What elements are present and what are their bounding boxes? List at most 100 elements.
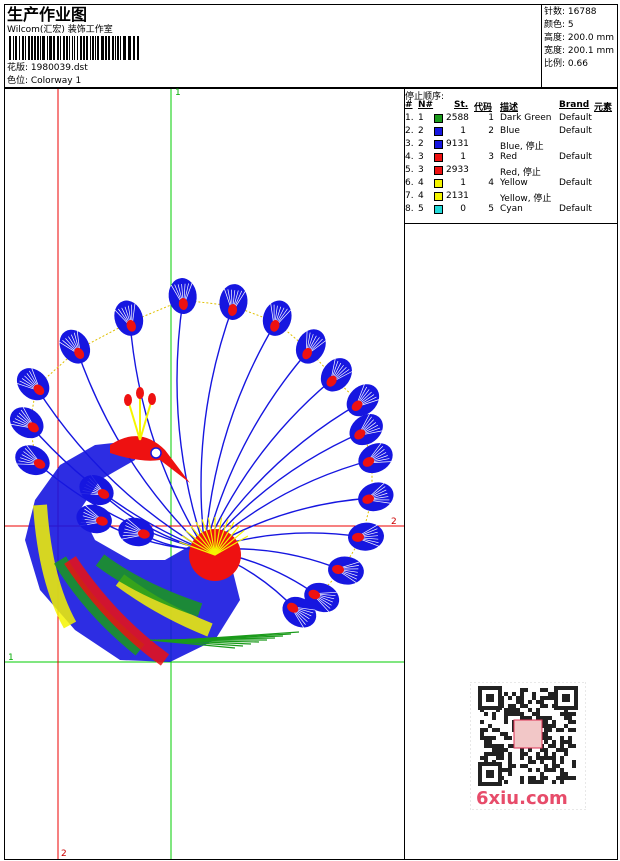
row-index: 2. xyxy=(405,126,414,136)
qr-module xyxy=(496,748,500,752)
qr-module xyxy=(544,768,548,772)
barcode-bar xyxy=(92,36,94,60)
qr-module xyxy=(488,744,492,748)
qr-module xyxy=(528,760,532,764)
qr-module xyxy=(520,752,524,756)
qr-module xyxy=(496,744,500,748)
stat-stitches: 针数: 16788 xyxy=(544,7,597,17)
row-needle: 5 xyxy=(418,204,424,214)
barcode-bar xyxy=(9,36,11,60)
row-index: 6. xyxy=(405,178,414,188)
qr-module xyxy=(544,732,548,736)
qr-module xyxy=(520,700,524,704)
qr-module xyxy=(512,692,516,696)
barcode xyxy=(9,36,139,60)
qr-module xyxy=(540,772,544,776)
qr-module xyxy=(540,776,544,780)
qr-module xyxy=(544,728,548,732)
qr-module xyxy=(484,756,488,760)
row-brand: Default xyxy=(559,126,592,136)
barcode-bar xyxy=(31,36,33,60)
row-needle: 3 xyxy=(418,165,424,175)
qr-module xyxy=(544,688,548,692)
qr-module xyxy=(488,736,492,740)
crest-tip xyxy=(136,387,144,399)
qr-module xyxy=(556,764,560,768)
barcode-bar xyxy=(28,36,30,60)
qr-module xyxy=(504,720,508,724)
barcode-bar xyxy=(49,36,52,60)
qr-module xyxy=(540,760,544,764)
row-description: Dark Green xyxy=(500,113,552,123)
qr-module xyxy=(548,744,552,748)
qr-module xyxy=(540,748,544,752)
qr-module xyxy=(516,708,520,712)
qr-module xyxy=(572,728,576,732)
qr-module xyxy=(500,752,504,756)
qr-module xyxy=(528,768,532,772)
qr-module xyxy=(568,728,572,732)
table-row: 4. 3 1 3 Red Default xyxy=(404,152,618,165)
crest-feather xyxy=(127,399,141,441)
qr-module xyxy=(484,744,488,748)
qr-module xyxy=(480,756,484,760)
embroidery-canvas xyxy=(5,89,404,859)
guide-label-left: 1 xyxy=(8,653,14,663)
qr-seal xyxy=(513,719,543,749)
qr-module xyxy=(536,700,540,704)
qr-module xyxy=(520,712,524,716)
barcode-bar xyxy=(47,36,48,60)
qr-module xyxy=(500,744,504,748)
qr-module xyxy=(512,704,516,708)
barcode-bar xyxy=(108,36,110,60)
qr-module xyxy=(496,752,500,756)
qr-module xyxy=(528,756,532,760)
feather-eye xyxy=(16,368,50,401)
qr-module xyxy=(552,780,556,784)
barcode-bar xyxy=(83,36,85,60)
row-code: 3 xyxy=(488,152,494,162)
qr-module xyxy=(524,716,528,720)
qr-module xyxy=(548,692,552,696)
qr-module xyxy=(552,768,556,772)
qr-module xyxy=(504,768,508,772)
crest-tip xyxy=(124,394,132,406)
barcode-bar xyxy=(112,36,114,60)
qr-finder-inner xyxy=(562,694,570,702)
table-row: 7. 4 2131 Yellow, 停止 xyxy=(404,191,618,204)
feather-quill xyxy=(176,299,206,551)
qr-module xyxy=(492,712,496,716)
qr-module xyxy=(572,764,576,768)
table-row: 6. 4 1 4 Yellow Default xyxy=(404,178,618,191)
qr-module xyxy=(480,732,484,736)
qr-module xyxy=(528,748,532,752)
barcode-bar xyxy=(25,36,26,60)
qr-module xyxy=(548,728,552,732)
qr-module xyxy=(532,780,536,784)
qr-module xyxy=(572,776,576,780)
qr-module xyxy=(564,716,568,720)
qr-module xyxy=(520,780,524,784)
qr-module xyxy=(564,748,568,752)
colorway-label: 色位: Colorway 1 xyxy=(7,76,82,86)
qr-module xyxy=(572,712,576,716)
qr-module xyxy=(488,752,492,756)
qr-module xyxy=(528,700,532,704)
row-brand: Default xyxy=(559,113,592,123)
qr-module xyxy=(560,760,564,764)
qr-module xyxy=(560,772,564,776)
barcode-bar xyxy=(90,36,91,60)
qr-module xyxy=(544,724,548,728)
qr-module xyxy=(540,756,544,760)
row-stitches: 1 xyxy=(460,126,466,136)
feather-eye xyxy=(328,556,364,585)
qr-module xyxy=(560,736,564,740)
qr-module xyxy=(560,768,564,772)
qr-module xyxy=(520,748,524,752)
feather-eye xyxy=(9,406,44,439)
qr-module xyxy=(484,736,488,740)
row-stitches: 1 xyxy=(460,178,466,188)
color-swatch xyxy=(434,140,443,149)
qr-module xyxy=(536,780,540,784)
qr-module xyxy=(516,712,520,716)
